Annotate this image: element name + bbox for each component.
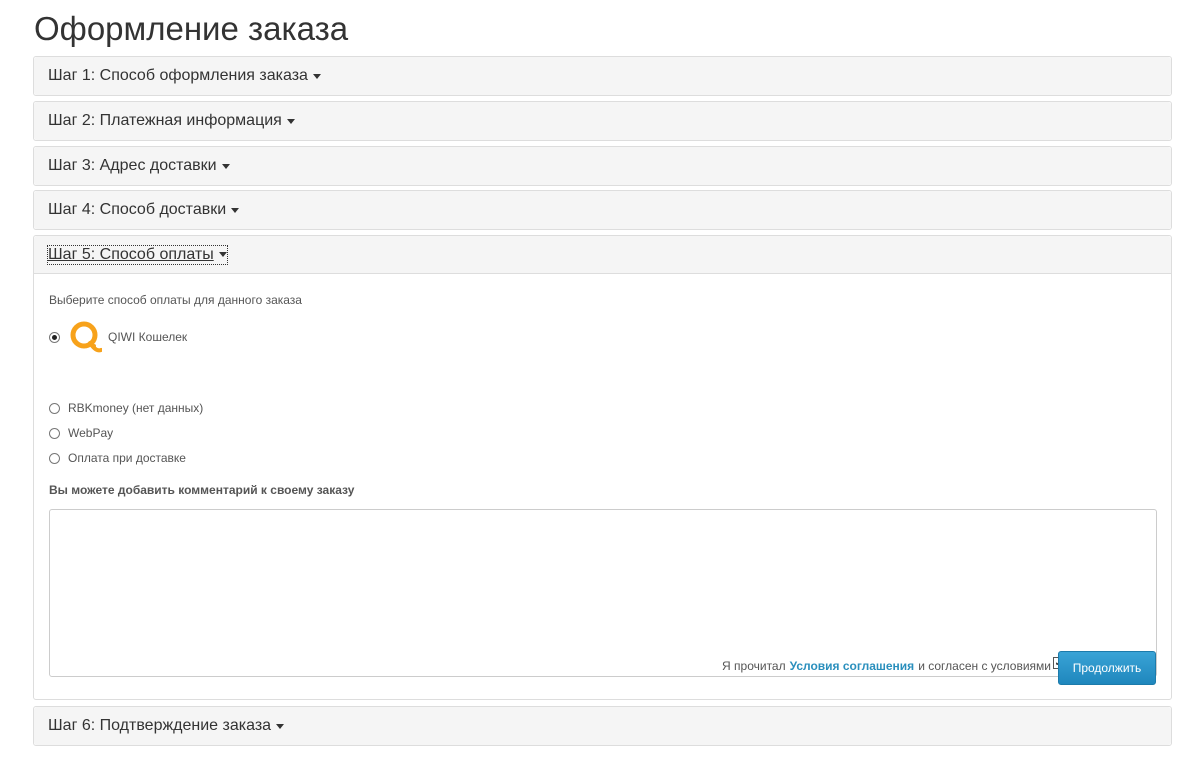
agree-suffix: и согласен с условиями [918,659,1051,673]
step-2-heading: Шаг 2: Платежная информация [34,102,1171,140]
step-4-label: Шаг 4: Способ доставки [48,201,227,218]
payment-option-qiwi[interactable]: QIWI Кошелек [49,320,187,354]
payment-method-body: Выберите способ оплаты для данного заказ… [34,274,1171,699]
caret-down-icon [276,723,285,729]
caret-down-icon [218,252,227,257]
caret-down-icon [286,118,295,124]
step-4-panel: Шаг 4: Способ доставки [33,190,1172,230]
step-1-label: Шаг 1: Способ оформления заказа [48,67,308,84]
step-3-label: Шаг 3: Адрес доставки [48,157,217,174]
step-2-panel: Шаг 2: Платежная информация [33,101,1172,141]
payment-hint: Выберите способ оплаты для данного заказ… [49,293,302,307]
payment-option-label: RBKmoney (нет данных) [68,401,204,415]
step-6-heading: Шаг 6: Подтверждение заказа [34,707,1171,745]
agree-prefix: Я прочитал [722,659,786,673]
step-2-label: Шаг 2: Платежная информация [48,112,282,129]
agreement-row: Я прочитал Условия соглашения и согласен… [722,657,1065,673]
step-1-panel: Шаг 1: Способ оформления заказа [33,56,1172,96]
payment-option-label: Оплата при доставке [68,451,186,465]
continue-button[interactable]: Продолжить [1058,651,1156,685]
step-6-label: Шаг 6: Подтверждение заказа [48,717,272,734]
step-1-toggle[interactable]: Шаг 1: Способ оформления заказа [48,67,321,85]
step-3-panel: Шаг 3: Адрес доставки [33,146,1172,186]
payment-radio-rbkmoney[interactable] [49,402,60,414]
payment-option-webpay[interactable]: WebPay [49,426,113,440]
qiwi-logo-icon [70,321,102,353]
step-2-toggle[interactable]: Шаг 2: Платежная информация [48,112,295,130]
payment-option-label: WebPay [68,426,114,440]
step-6-panel: Шаг 6: Подтверждение заказа [33,706,1172,746]
step-4-toggle[interactable]: Шаг 4: Способ доставки [48,201,240,219]
step-3-toggle[interactable]: Шаг 3: Адрес доставки [48,157,230,175]
caret-down-icon [312,73,321,79]
payment-option-cod[interactable]: Оплата при доставке [49,451,186,465]
step-5-heading: Шаг 5: Способ оплаты [34,236,1171,274]
payment-radio-cod[interactable] [49,452,60,464]
caret-down-icon [231,207,240,213]
payment-radio-webpay[interactable] [49,427,60,439]
step-5-toggle[interactable]: Шаг 5: Способ оплаты [47,244,228,265]
comment-textarea[interactable] [49,509,1157,677]
caret-down-icon [221,163,230,169]
step-4-heading: Шаг 4: Способ доставки [34,191,1171,229]
page-title: Оформление заказа [34,10,349,47]
step-6-toggle[interactable]: Шаг 6: Подтверждение заказа [48,717,285,735]
step-5-panel: Шаг 5: Способ оплаты Выберите способ опл… [33,235,1172,700]
step-3-heading: Шаг 3: Адрес доставки [34,147,1171,185]
step-5-label: Шаг 5: Способ оплаты [48,245,214,263]
step-1-heading: Шаг 1: Способ оформления заказа [34,57,1171,95]
payment-option-rbkmoney-row[interactable]: RBKmoney (нет данных) [49,401,203,415]
comment-label: Вы можете добавить комментарий к своему … [49,483,355,497]
payment-option-label: QIWI Кошелек [108,330,188,344]
terms-link[interactable]: Условия соглашения [790,659,915,673]
payment-radio-qiwi[interactable] [49,331,60,343]
